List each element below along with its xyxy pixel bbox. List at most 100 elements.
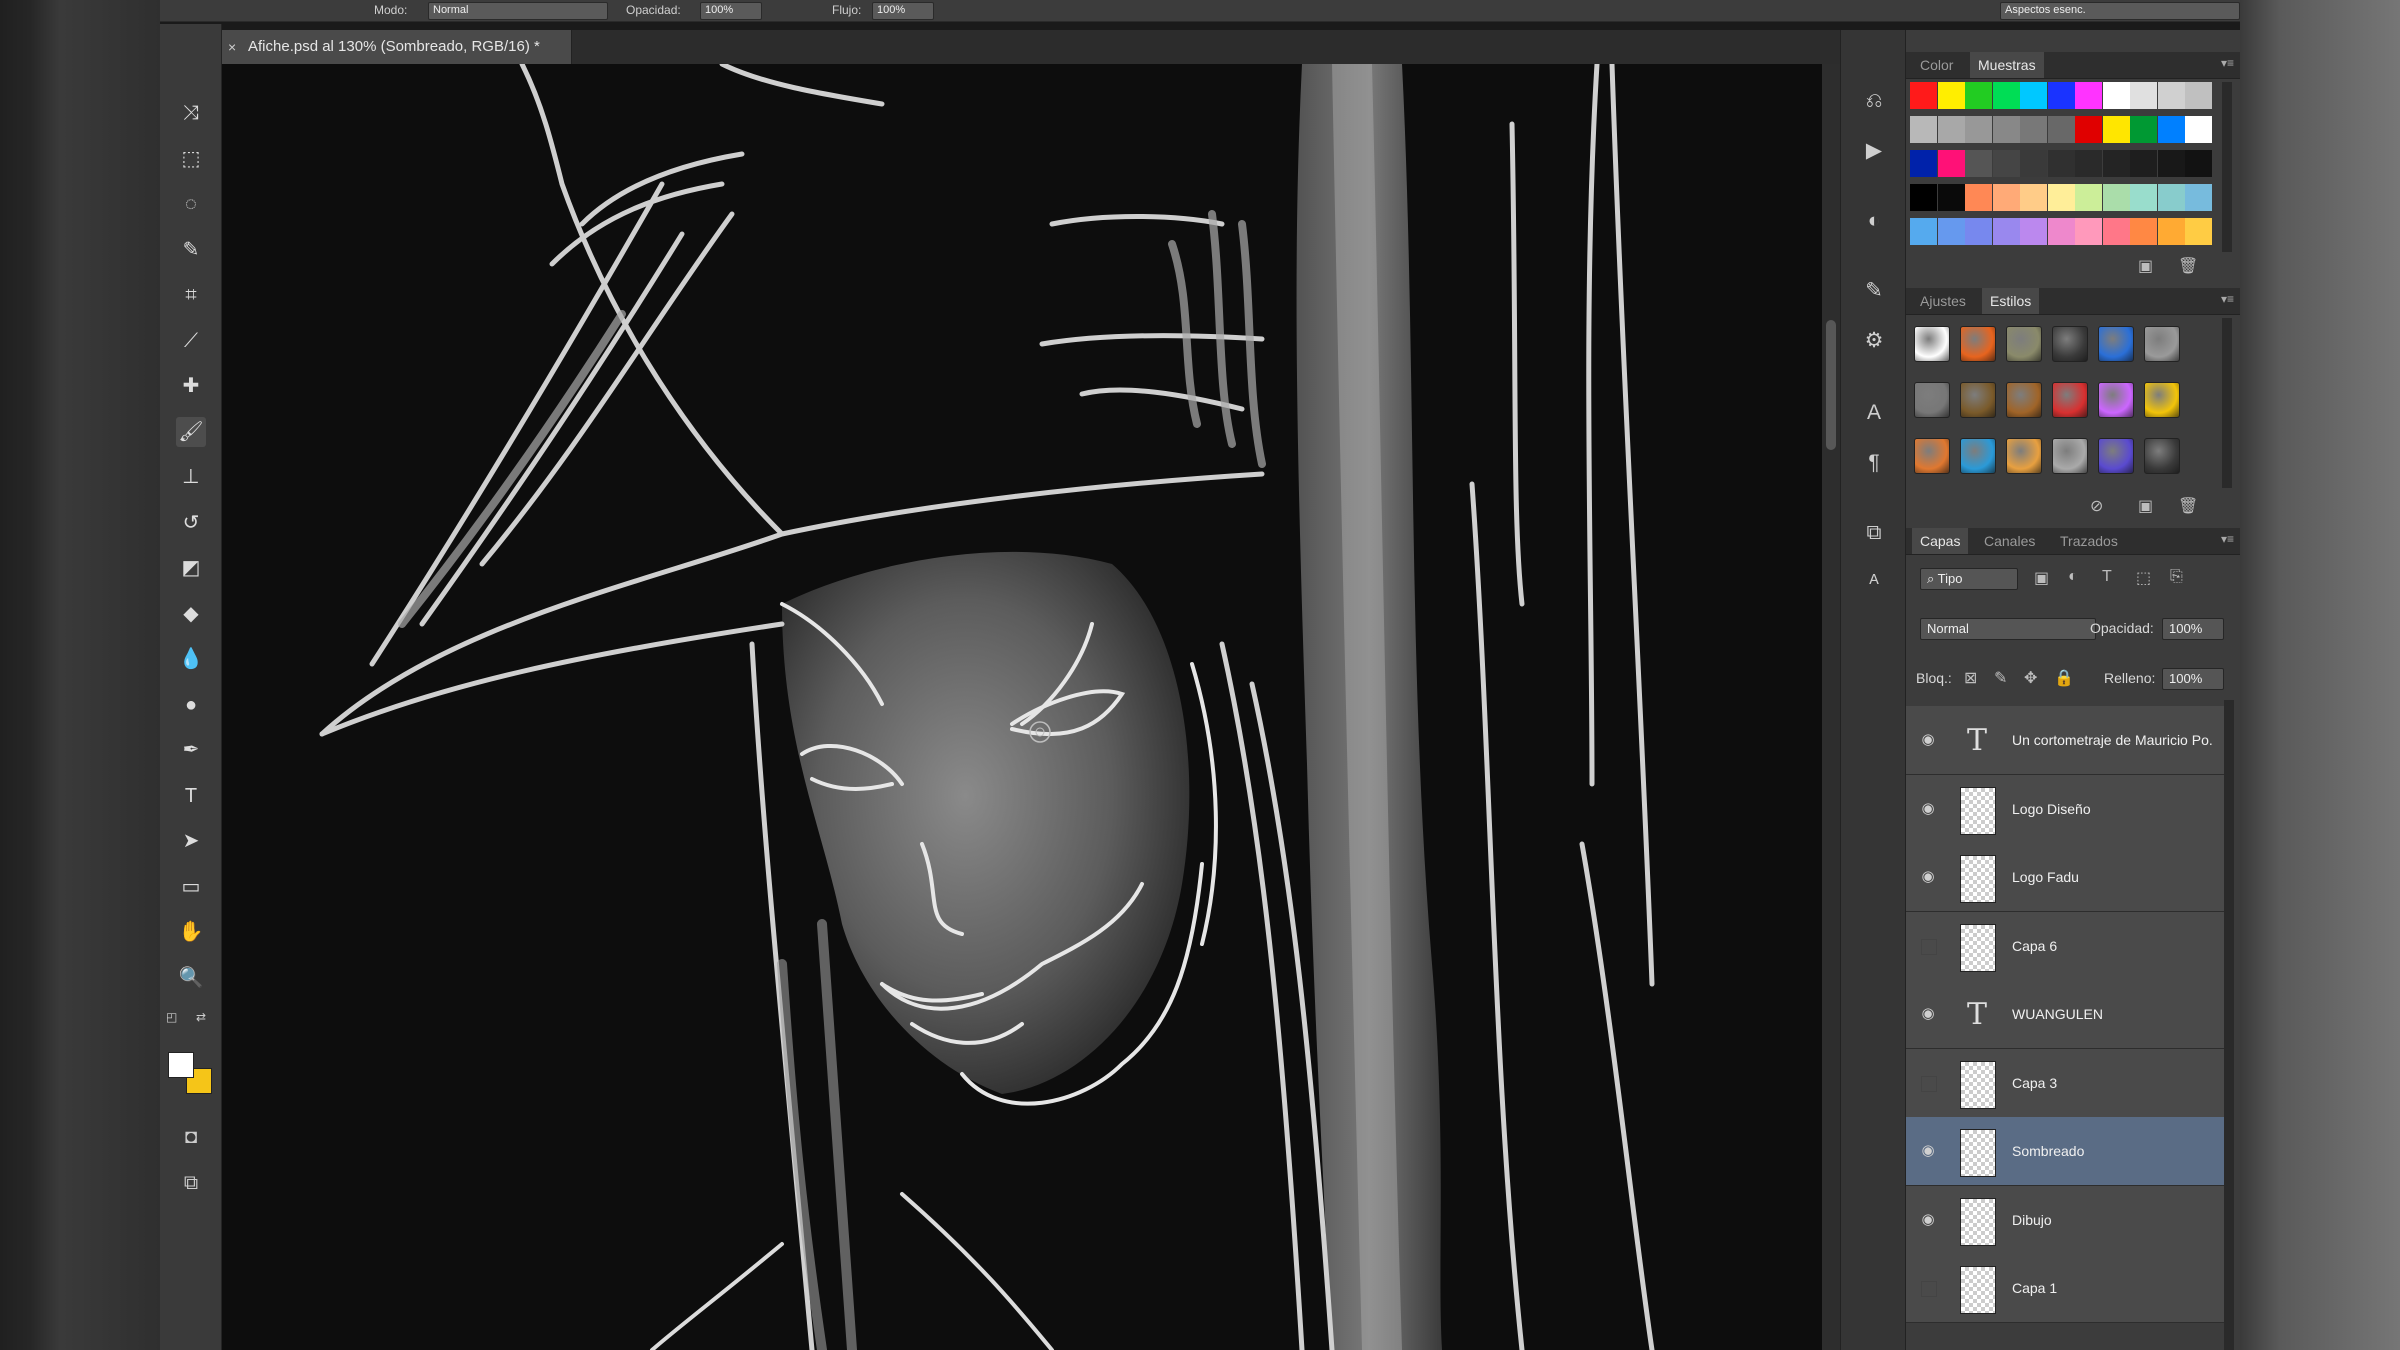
style-preset[interactable] [1960, 382, 1996, 418]
actions-panel-icon[interactable]: ▶ [1859, 136, 1889, 166]
pen-tool-icon[interactable]: ✒ [176, 735, 206, 765]
brush-tool-icon[interactable]: 🖌 [176, 416, 206, 447]
visibility-eye-icon[interactable] [1918, 1278, 1938, 1298]
color-swatch[interactable] [1910, 184, 1937, 211]
filter-pixel-icon[interactable]: ▣ [2034, 568, 2049, 588]
eraser-tool-icon[interactable]: ◩ [176, 553, 206, 583]
zoom-tool-icon[interactable]: 🔍 [176, 963, 206, 993]
layer-filter-select[interactable]: ⌕ Tipo [1920, 568, 2018, 590]
lock-position-icon[interactable]: ✥ [2024, 668, 2037, 688]
color-swatch[interactable] [2047, 150, 2075, 177]
layer-row[interactable]: Capa 1 [1906, 1254, 2224, 1323]
trash-icon[interactable]: 🗑 [2178, 256, 2198, 276]
lock-pixels-icon[interactable]: ✎ [1994, 668, 2007, 688]
rectangle-tool-icon[interactable]: ▭ [176, 872, 206, 902]
visibility-eye-icon[interactable] [1918, 1073, 1938, 1093]
move-tool-icon[interactable]: ⤨ [176, 98, 206, 128]
color-swatch[interactable] [1965, 82, 1992, 109]
color-swatch[interactable] [2020, 218, 2047, 245]
color-swatch[interactable] [2047, 82, 2075, 109]
color-swatch[interactable] [2185, 150, 2212, 177]
color-swatch[interactable] [2075, 116, 2102, 143]
color-swatch[interactable] [1992, 218, 2020, 245]
color-swatch[interactable] [2185, 218, 2212, 245]
layer-row[interactable]: ◉ Logo Diseño [1906, 774, 2224, 844]
color-swatch[interactable] [1910, 218, 1937, 245]
canvas[interactable] [222, 64, 1822, 1350]
type-tool-icon[interactable]: T [176, 781, 206, 811]
style-preset[interactable] [2006, 326, 2042, 362]
crop-tool-icon[interactable]: ⌗ [176, 280, 206, 310]
quick-selection-tool-icon[interactable]: ✎ [176, 235, 206, 265]
color-swatch[interactable] [2075, 150, 2102, 177]
color-swatch[interactable] [1992, 82, 2020, 109]
color-swatch[interactable] [1937, 150, 1965, 177]
visibility-eye-icon[interactable]: ◉ [1918, 1141, 1938, 1161]
layers-scrollbar[interactable] [2224, 700, 2234, 1350]
style-preset[interactable] [1914, 326, 1950, 362]
color-swatch[interactable] [2157, 184, 2185, 211]
lock-transparency-icon[interactable]: ⊠ [1964, 668, 1977, 688]
color-swatch[interactable] [1965, 150, 1992, 177]
style-preset[interactable] [2098, 382, 2134, 418]
layer-row[interactable]: ◉ T WUANGULEN [1906, 980, 2224, 1049]
blur-tool-icon[interactable]: 💧 [176, 644, 206, 674]
style-preset[interactable] [2052, 382, 2088, 418]
visibility-eye-icon[interactable]: ◉ [1918, 1210, 1938, 1230]
healing-brush-tool-icon[interactable]: ✚ [176, 371, 206, 401]
history-panel-icon[interactable]: ⎌ [1859, 86, 1889, 116]
filter-type-icon[interactable]: T [2102, 568, 2112, 586]
foreground-color-swatch[interactable] [168, 1052, 194, 1078]
blend-mode-select[interactable]: Normal [1920, 618, 2096, 640]
color-swatch[interactable] [1937, 218, 1965, 245]
canvas-scrollbar[interactable] [1822, 64, 1840, 1350]
swatches-scrollbar[interactable] [2222, 82, 2232, 252]
path-selection-tool-icon[interactable]: ➤ [176, 826, 206, 856]
style-preset[interactable] [2006, 382, 2042, 418]
color-swatch[interactable] [2075, 184, 2102, 211]
style-preset[interactable] [2144, 326, 2180, 362]
filter-adjustment-icon[interactable]: ◐ [2068, 568, 2078, 586]
mode-select[interactable]: Normal [428, 2, 608, 20]
new-style-icon[interactable]: ▣ [2138, 496, 2153, 516]
visibility-eye-icon[interactable]: ◉ [1918, 867, 1938, 887]
style-preset[interactable] [2098, 438, 2134, 474]
color-swatch[interactable] [2130, 82, 2157, 109]
color-swatch[interactable] [1937, 184, 1965, 211]
color-swatch[interactable] [2020, 184, 2047, 211]
swap-colors-icon[interactable]: ⇄ [196, 1010, 214, 1024]
adjustments-panel-icon[interactable]: ◐ [1859, 206, 1889, 236]
color-swatch[interactable] [2185, 82, 2212, 109]
color-swatch[interactable] [2130, 150, 2157, 177]
color-swatch[interactable] [2047, 116, 2075, 143]
color-swatch[interactable] [2130, 218, 2157, 245]
color-swatch[interactable] [2020, 150, 2047, 177]
marquee-tool-icon[interactable]: ⬚ [176, 144, 206, 174]
brush-panel-icon[interactable]: ✎ [1859, 276, 1889, 306]
history-brush-tool-icon[interactable]: ↺ [176, 508, 206, 538]
flow-input[interactable]: 100% [872, 2, 934, 20]
color-swatch[interactable] [2130, 116, 2157, 143]
color-swatch[interactable] [2047, 218, 2075, 245]
clone-source-icon[interactable]: ⧉ [1859, 518, 1889, 548]
style-preset[interactable] [2006, 438, 2042, 474]
color-swatch[interactable] [1910, 150, 1937, 177]
layer-row[interactable]: ◉ Dibujo [1906, 1185, 2224, 1255]
color-swatch[interactable] [2047, 184, 2075, 211]
quick-mask-icon[interactable]: ◘ [176, 1122, 206, 1152]
tool-presets-icon[interactable]: ⚙ [1859, 326, 1889, 356]
color-swatch[interactable] [2020, 82, 2047, 109]
tab-adjustments[interactable]: Ajustes [1912, 288, 1974, 314]
color-swatch[interactable] [2157, 82, 2185, 109]
color-swatch[interactable] [1992, 184, 2020, 211]
color-swatch[interactable] [2157, 116, 2185, 143]
lasso-tool-icon[interactable]: ◌ [176, 189, 206, 219]
trash-icon[interactable]: 🗑 [2178, 496, 2198, 516]
color-swatch[interactable] [2075, 218, 2102, 245]
color-swatch[interactable] [2185, 116, 2212, 143]
color-swatch[interactable] [1937, 116, 1965, 143]
tab-paths[interactable]: Trazados [2052, 528, 2126, 554]
layer-row[interactable]: ◉ T Un cortometraje de Mauricio Po... [1906, 706, 2224, 775]
tab-color[interactable]: Color [1912, 52, 1961, 78]
lock-all-icon[interactable]: 🔒 [2054, 668, 2074, 688]
